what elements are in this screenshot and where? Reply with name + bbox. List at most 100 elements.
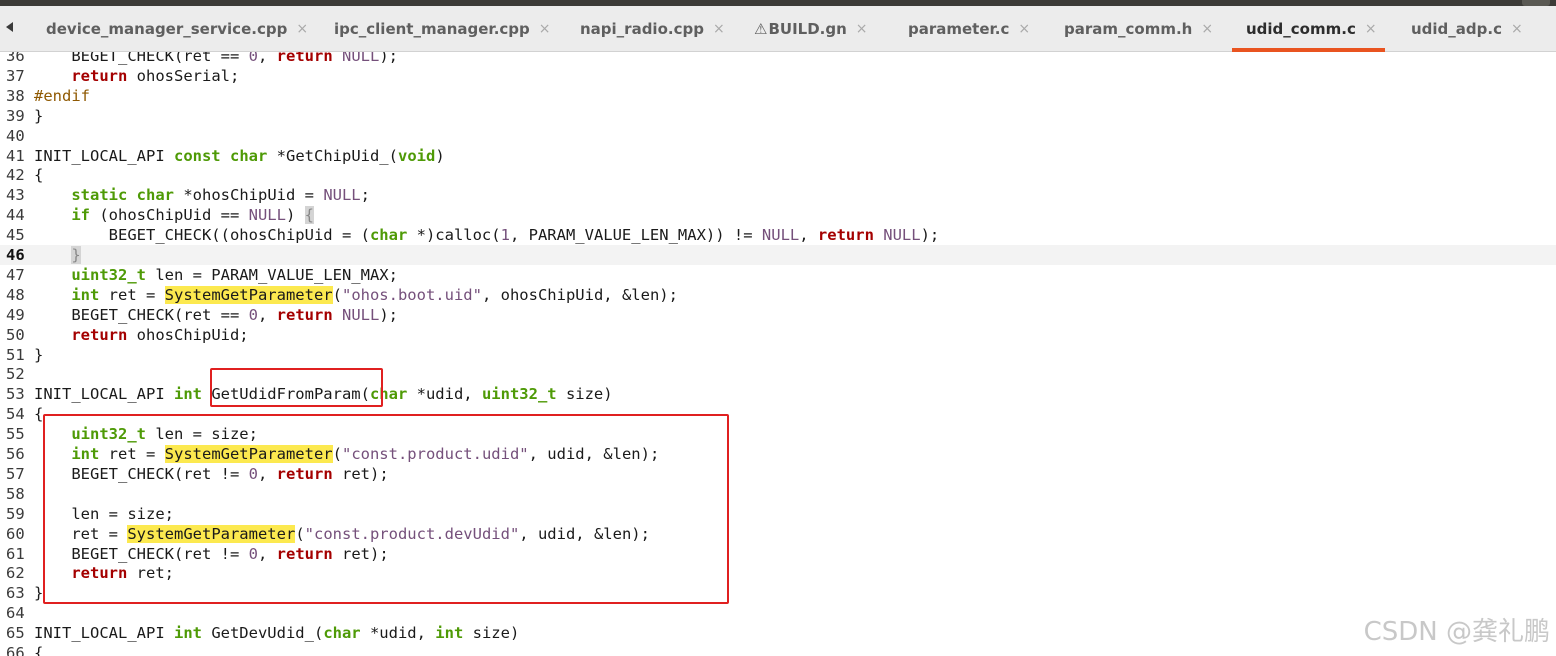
line-number: 38 <box>6 86 25 105</box>
code-line[interactable]: 47 uint32_t len = PARAM_VALUE_LEN_MAX; <box>0 265 1556 285</box>
line-number: 54 <box>6 405 25 424</box>
code-line[interactable]: 38 #endif <box>0 86 1556 106</box>
triangle-left-icon[interactable] <box>6 22 13 32</box>
code-line[interactable]: 46 } <box>0 245 1556 265</box>
code-text: BEGET_CHECK(ret == 0, return NULL); <box>34 305 398 324</box>
code-text: uint32_t len = PARAM_VALUE_LEN_MAX; <box>71 265 398 284</box>
code-line[interactable]: 43 static char *ohosChipUid = NULL; <box>0 185 1556 205</box>
line-number: 57 <box>6 464 25 483</box>
line-number: 43 <box>6 186 25 205</box>
line-number: 47 <box>6 265 25 284</box>
warning-icon: ⚠ <box>754 19 768 38</box>
code-line[interactable]: 65 INIT_LOCAL_API int GetDevUdid_(char *u… <box>0 623 1556 643</box>
tab-label: device_manager_service.cpp <box>46 19 288 38</box>
code-text: } <box>71 246 81 264</box>
line-number: 66 <box>6 644 25 656</box>
watermark: CSDN @龚礼鹏 <box>1363 617 1550 647</box>
tab-label: udid_adp.c <box>1411 19 1502 38</box>
tab-label: napi_radio.cpp <box>580 19 704 38</box>
code-text: return ohosChipUid; <box>71 325 249 344</box>
code-text: static char *ohosChipUid = NULL; <box>71 186 370 205</box>
code-line[interactable]: 41 INIT_LOCAL_API const char *GetChipUid_… <box>0 146 1556 166</box>
annotation-box-function-body <box>43 414 729 604</box>
code-line[interactable]: 42 { <box>0 165 1556 185</box>
line-number: 56 <box>6 445 25 463</box>
code-text: int ret = SystemGetParameter("ohos.boot.… <box>71 285 678 304</box>
code-text: INIT_LOCAL_API const char *GetChipUid_(v… <box>34 146 445 165</box>
line-number: 61 <box>6 544 25 563</box>
code-line[interactable]: 40 <box>0 126 1556 146</box>
close-icon[interactable]: × <box>296 21 308 37</box>
code-text: BEGET_CHECK(ret == 0, return NULL); <box>34 52 398 65</box>
line-number: 48 <box>6 285 25 304</box>
code-text: #endif <box>34 86 90 105</box>
tab-label: ipc_client_manager.cpp <box>334 19 530 38</box>
tab-udid-comm-c[interactable]: udid_comm.c × <box>1246 6 1377 51</box>
line-number: 62 <box>6 564 25 583</box>
line-number: 60 <box>6 524 25 543</box>
code-line[interactable]: 49 BEGET_CHECK(ret == 0, return NULL); <box>0 305 1556 325</box>
tab-build-gn[interactable]: ⚠ BUILD.gn × <box>754 6 868 51</box>
tab-label: BUILD.gn <box>768 19 847 38</box>
line-number: 52 <box>6 365 25 384</box>
line-number: 44 <box>6 206 25 225</box>
tab-ipc-client-manager-cpp[interactable]: ipc_client_manager.cpp × <box>334 6 551 51</box>
code-line[interactable]: 50 return ohosChipUid; <box>0 325 1556 345</box>
code-line[interactable]: 48 int ret = SystemGetParameter("ohos.bo… <box>0 285 1556 305</box>
close-icon[interactable]: × <box>539 21 551 37</box>
close-icon[interactable]: × <box>1365 21 1377 37</box>
code-text: } <box>34 345 44 364</box>
close-icon[interactable]: × <box>1511 21 1523 37</box>
code-text: { <box>34 166 44 185</box>
code-text: { <box>34 405 44 424</box>
close-icon[interactable]: × <box>1018 21 1030 37</box>
tab-label: udid_comm.c <box>1246 19 1356 38</box>
tab-udid-adp-c[interactable]: udid_adp.c × <box>1411 6 1523 51</box>
close-icon[interactable]: × <box>713 21 725 37</box>
code-text: } <box>34 106 44 125</box>
close-icon[interactable]: × <box>1201 21 1213 37</box>
line-number: 55 <box>6 425 25 444</box>
code-line[interactable]: 45 BEGET_CHECK((ohosChipUid = (char *)ca… <box>0 225 1556 245</box>
line-number: 58 <box>6 484 25 503</box>
line-number: 65 <box>6 624 25 643</box>
line-number: 59 <box>6 504 25 523</box>
code-text: INIT_LOCAL_API int GetDevUdid_(char *udi… <box>34 624 520 643</box>
line-number: 45 <box>6 226 25 245</box>
line-number: 63 <box>6 584 25 603</box>
code-line[interactable]: 36 BEGET_CHECK(ret == 0, return NULL); <box>0 52 1556 66</box>
tab-napi-radio-cpp[interactable]: napi_radio.cpp × <box>580 6 725 51</box>
code-line[interactable]: 39} <box>0 106 1556 126</box>
code-text: BEGET_CHECK((ohosChipUid = (char *)callo… <box>34 226 940 245</box>
line-number: 49 <box>6 305 25 324</box>
code-line[interactable]: 51} <box>0 345 1556 365</box>
line-number: 51 <box>6 345 25 364</box>
line-number: 40 <box>6 126 25 145</box>
window-control-button[interactable] <box>1522 0 1550 6</box>
code-text: if (ohosChipUid == NULL) { <box>71 206 314 225</box>
code-line[interactable]: 66 { <box>0 643 1556 656</box>
line-number: 39 <box>6 106 25 125</box>
code-line[interactable]: 64 <box>0 603 1556 623</box>
code-text: { <box>34 644 44 656</box>
code-line[interactable]: 37 return ohosSerial; <box>0 66 1556 86</box>
annotation-box-function-name <box>210 368 383 407</box>
line-number: 41 <box>6 146 25 165</box>
close-icon[interactable]: × <box>856 21 868 37</box>
code-text: return ohosSerial; <box>71 66 240 85</box>
tab-label: parameter.c <box>908 19 1010 38</box>
tab-parameter-c[interactable]: parameter.c × <box>908 6 1030 51</box>
line-number: 42 <box>6 166 25 185</box>
tab-label: param_comm.h <box>1064 19 1193 38</box>
tab-device-manager-service-cpp[interactable]: device_manager_service.cpp × <box>46 6 308 51</box>
line-number: 36 <box>6 52 25 65</box>
line-number: 50 <box>6 325 25 344</box>
code-text: } <box>34 584 44 603</box>
line-number: 37 <box>6 66 25 85</box>
line-number: 53 <box>6 385 25 404</box>
tab-param-comm-h[interactable]: param_comm.h × <box>1064 6 1213 51</box>
code-line[interactable]: 44 if (ohosChipUid == NULL) { <box>0 205 1556 225</box>
line-number: 46 <box>6 246 25 264</box>
tab-bar: device_manager_service.cpp × ipc_client_ma… <box>0 0 1556 52</box>
line-number: 64 <box>6 604 25 623</box>
